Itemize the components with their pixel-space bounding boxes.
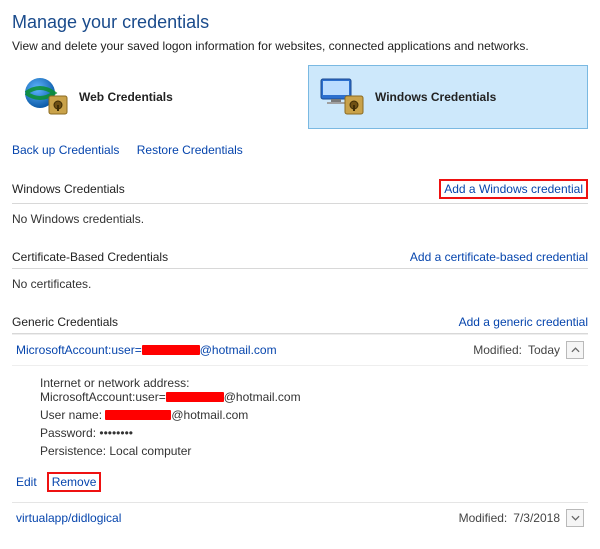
add-generic-credential-link[interactable]: Add a generic credential [459,315,588,329]
windows-section-empty: No Windows credentials. [12,204,588,240]
credential-manager-page: Manage your credentials View and delete … [0,0,600,549]
password-mask: •••••••• [99,426,133,440]
credential-type-tiles: Web Credentials Windows Credentials [12,65,588,129]
web-credentials-tile[interactable]: Web Credentials [12,65,292,129]
backup-credentials-link[interactable]: Back up Credentials [12,143,119,157]
credential-entry-title: MicrosoftAccount:user=@hotmail.com [16,343,277,357]
detail-username-label: User name: [40,408,102,422]
credential-details: Internet or network address: MicrosoftAc… [12,365,588,468]
certificate-credentials-section: Certificate-Based Credentials Add a cert… [12,250,588,305]
globe-safe-icon [23,76,71,118]
detail-password-label: Password: [40,426,96,440]
backup-restore-links: Back up Credentials Restore Credentials [12,143,588,157]
credential-entry-virtualapp[interactable]: virtualapp/didlogical Modified: 7/3/2018 [12,502,588,533]
page-subtitle: View and delete your saved logon informa… [12,39,588,53]
add-windows-credential-link[interactable]: Add a Windows credential [444,182,583,196]
windows-credentials-label: Windows Credentials [375,90,496,104]
restore-credentials-link[interactable]: Restore Credentials [137,143,243,157]
windows-credentials-tile[interactable]: Windows Credentials [308,65,588,129]
detail-address-label: Internet or network address: [40,376,189,390]
remove-highlight: Remove [47,472,102,492]
credential-actions: Edit Remove [12,468,588,496]
generic-section-title: Generic Credentials [12,315,118,329]
certificate-section-empty: No certificates. [12,269,588,305]
credential-modified: Modified: Today [473,341,584,359]
redaction-bar [142,345,200,355]
add-windows-highlight: Add a Windows credential [439,179,588,199]
windows-credentials-section: Windows Credentials Add a Windows creden… [12,179,588,240]
credential-entry-msaccount[interactable]: MicrosoftAccount:user=@hotmail.com Modif… [12,334,588,365]
page-title: Manage your credentials [12,12,588,33]
credential-entry-title: virtualapp/didlogical [16,511,121,525]
web-credentials-label: Web Credentials [79,90,173,104]
certificate-section-title: Certificate-Based Credentials [12,250,168,264]
remove-credential-link[interactable]: Remove [52,475,97,489]
chevron-up-icon[interactable] [566,341,584,359]
persistence-value: Local computer [109,444,191,458]
redaction-bar [166,392,224,402]
edit-credential-link[interactable]: Edit [16,475,37,489]
credential-modified: Modified: 7/3/2018 [459,509,584,527]
add-certificate-credential-link[interactable]: Add a certificate-based credential [410,250,588,264]
monitor-safe-icon [319,76,367,118]
redaction-bar [105,410,171,420]
windows-section-title: Windows Credentials [12,182,125,196]
chevron-down-icon[interactable] [566,509,584,527]
generic-credentials-section: Generic Credentials Add a generic creden… [12,315,588,533]
detail-persistence-label: Persistence: [40,444,106,458]
